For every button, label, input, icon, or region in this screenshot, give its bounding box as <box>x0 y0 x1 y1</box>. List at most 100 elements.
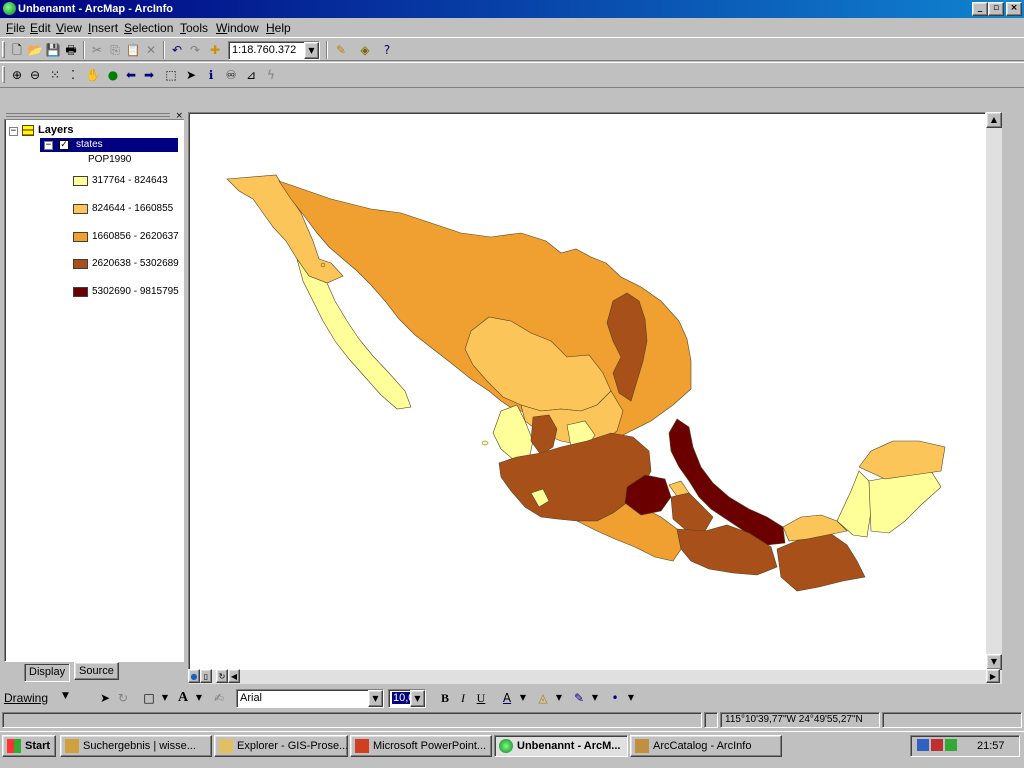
taskbar-item[interactable]: Suchergebnis | wisse... <box>60 735 212 757</box>
data-view-icon[interactable]: ● <box>188 669 200 683</box>
chevron-down-icon[interactable]: ▼ <box>62 691 69 701</box>
menu-window[interactable]: Window <box>216 21 259 35</box>
fixed-zoom-in-icon[interactable]: ⁙ <box>46 66 64 84</box>
arccatalog-icon[interactable]: ◈ <box>356 41 374 59</box>
mexico-states-map[interactable] <box>189 113 985 669</box>
taskbar-item[interactable]: ArcCatalog - ArcInfo <box>630 735 782 757</box>
network-icon[interactable] <box>917 739 929 751</box>
taskbar-item[interactable]: Microsoft PowerPoint... <box>350 735 492 757</box>
chevron-down-icon[interactable]: ▼ <box>586 689 604 707</box>
chevron-down-icon[interactable]: ▼ <box>304 42 319 59</box>
scroll-down-icon[interactable]: ▼ <box>986 654 1002 670</box>
map-scale-combo[interactable]: 1:18.760.372 ▼ <box>228 41 320 60</box>
table-of-contents <box>4 112 184 662</box>
back-arrow-icon[interactable]: ⬅ <box>122 66 140 84</box>
select-elements-arrow-icon[interactable]: ➤ <box>96 689 114 707</box>
forward-arrow-icon[interactable]: ➡ <box>140 66 158 84</box>
cut-icon[interactable]: ✂ <box>88 41 106 59</box>
scroll-up-icon[interactable]: ▲ <box>986 112 1002 128</box>
chevron-down-icon[interactable]: ▼ <box>514 689 532 707</box>
chevron-down-icon[interactable]: ▼ <box>156 689 174 707</box>
clock[interactable]: 21:57 <box>977 736 1005 756</box>
standard-toolbar: 🗋 📂 💾 🖶 ✂ ⎘ 📋 ✕ ↶ ↷ ✚ 1:18.760.372 ▼ ✎ ◈… <box>0 37 1024 61</box>
italic-icon[interactable]: I <box>454 689 472 707</box>
identify-icon[interactable]: ℹ <box>202 66 220 84</box>
refresh-icon[interactable]: ↻ <box>216 669 228 683</box>
menu-help[interactable]: Help <box>266 21 291 35</box>
minimize-button[interactable]: _ <box>972 2 988 16</box>
tray-app-icon[interactable] <box>931 739 943 751</box>
open-folder-icon[interactable]: 📂 <box>26 41 44 59</box>
scroll-right-icon[interactable]: ▶ <box>986 669 1000 683</box>
chevron-down-icon[interactable]: ▼ <box>190 689 208 707</box>
state-polygon[interactable] <box>868 470 942 534</box>
underline-icon[interactable]: U <box>472 689 490 707</box>
editor-toolbar-icon[interactable]: ✎ <box>332 41 350 59</box>
taskbar-item[interactable]: Explorer - GIS-Prose... <box>214 735 348 757</box>
rotate-icon[interactable]: ↻ <box>114 689 132 707</box>
toc-title-grip[interactable]: × <box>4 111 184 121</box>
zoom-in-icon[interactable]: ⊕ <box>8 66 26 84</box>
tray-app-icon[interactable] <box>945 739 957 751</box>
close-icon[interactable]: × <box>175 111 183 121</box>
measure-icon[interactable]: ⊿ <box>242 66 260 84</box>
maximize-button[interactable]: ▫ <box>988 2 1004 16</box>
map-scale-value: 1:18.760.372 <box>232 44 297 56</box>
edit-vertices-icon[interactable]: ✍ <box>210 689 228 707</box>
chevron-down-icon[interactable]: ▼ <box>550 689 568 707</box>
taskbar-item-label: Microsoft PowerPoint... <box>373 740 487 752</box>
start-button[interactable]: Start <box>2 735 56 757</box>
menu-edit[interactable]: Edit <box>30 21 51 35</box>
menu-tools[interactable]: Tools <box>180 21 208 35</box>
undo-icon[interactable]: ↶ <box>168 41 186 59</box>
map-display[interactable] <box>188 112 986 670</box>
scroll-left-icon[interactable]: ◀ <box>228 669 240 683</box>
horizontal-scrollbar[interactable]: ● ▯ ↻ ◀ ▶ <box>188 669 1002 684</box>
fixed-zoom-out-icon[interactable]: ⁚ <box>64 66 82 84</box>
taskbar-item-label: Suchergebnis | wisse... <box>83 740 196 752</box>
font-size-combo[interactable]: 10,0 ▼ <box>388 689 426 708</box>
data-frame-name[interactable]: Layers <box>38 124 73 136</box>
chevron-down-icon[interactable]: ▼ <box>368 690 383 707</box>
menu-insert[interactable]: Insert <box>88 21 118 35</box>
drawing-menu-button[interactable]: Drawing <box>4 691 48 705</box>
collapse-icon[interactable]: − <box>9 127 18 136</box>
layer-visibility-checkbox[interactable]: ✓ <box>59 140 69 150</box>
chevron-down-icon[interactable]: ▼ <box>410 690 425 707</box>
toolbar-grip[interactable] <box>2 66 5 83</box>
copy-icon[interactable]: ⎘ <box>106 41 124 59</box>
state-polygon[interactable] <box>782 514 848 542</box>
font-name-combo[interactable]: Arial ▼ <box>236 689 384 708</box>
toolbar-grip[interactable] <box>2 41 5 58</box>
tab-display[interactable]: Display <box>24 664 71 682</box>
zoom-out-icon[interactable]: ⊖ <box>26 66 44 84</box>
new-document-icon[interactable]: 🗋 <box>8 41 26 59</box>
tab-source[interactable]: Source <box>74 662 119 680</box>
paste-icon[interactable]: 📋 <box>124 41 142 59</box>
redo-icon[interactable]: ↷ <box>186 41 204 59</box>
find-binoculars-icon[interactable]: ♾ <box>222 66 240 84</box>
print-icon[interactable]: 🖶 <box>62 41 80 59</box>
bold-icon[interactable]: B <box>436 689 454 707</box>
full-extent-globe-icon[interactable]: ● <box>104 66 122 84</box>
whats-this-help-icon[interactable]: ? <box>378 41 396 59</box>
delete-icon[interactable]: ✕ <box>142 41 160 59</box>
layer-name[interactable]: states <box>76 139 103 150</box>
select-elements-arrow-icon[interactable]: ➤ <box>182 66 200 84</box>
hyperlink-lightning-icon[interactable]: ϟ <box>262 66 280 84</box>
menu-view[interactable]: View <box>56 21 82 35</box>
select-features-icon[interactable]: ⬚ <box>162 66 180 84</box>
add-data-icon[interactable]: ✚ <box>206 41 224 59</box>
pan-hand-icon[interactable]: ✋ <box>84 66 102 84</box>
vertical-scrollbar[interactable]: ▲ ▼ <box>986 112 1002 670</box>
menu-file[interactable]: File <box>6 21 25 35</box>
taskbar-item-active[interactable]: Unbenannt - ArcM... <box>494 735 628 757</box>
layout-view-icon[interactable]: ▯ <box>200 669 212 683</box>
start-label: Start <box>25 740 51 752</box>
menu-selection[interactable]: Selection <box>124 21 173 35</box>
chevron-down-icon[interactable]: ▼ <box>622 689 640 707</box>
collapse-icon[interactable]: − <box>44 141 53 150</box>
save-icon[interactable]: 💾 <box>44 41 62 59</box>
close-button[interactable]: × <box>1006 2 1022 16</box>
title-bar[interactable]: Unbenannt - ArcMap - ArcInfo _ ▫ × <box>0 0 1024 18</box>
